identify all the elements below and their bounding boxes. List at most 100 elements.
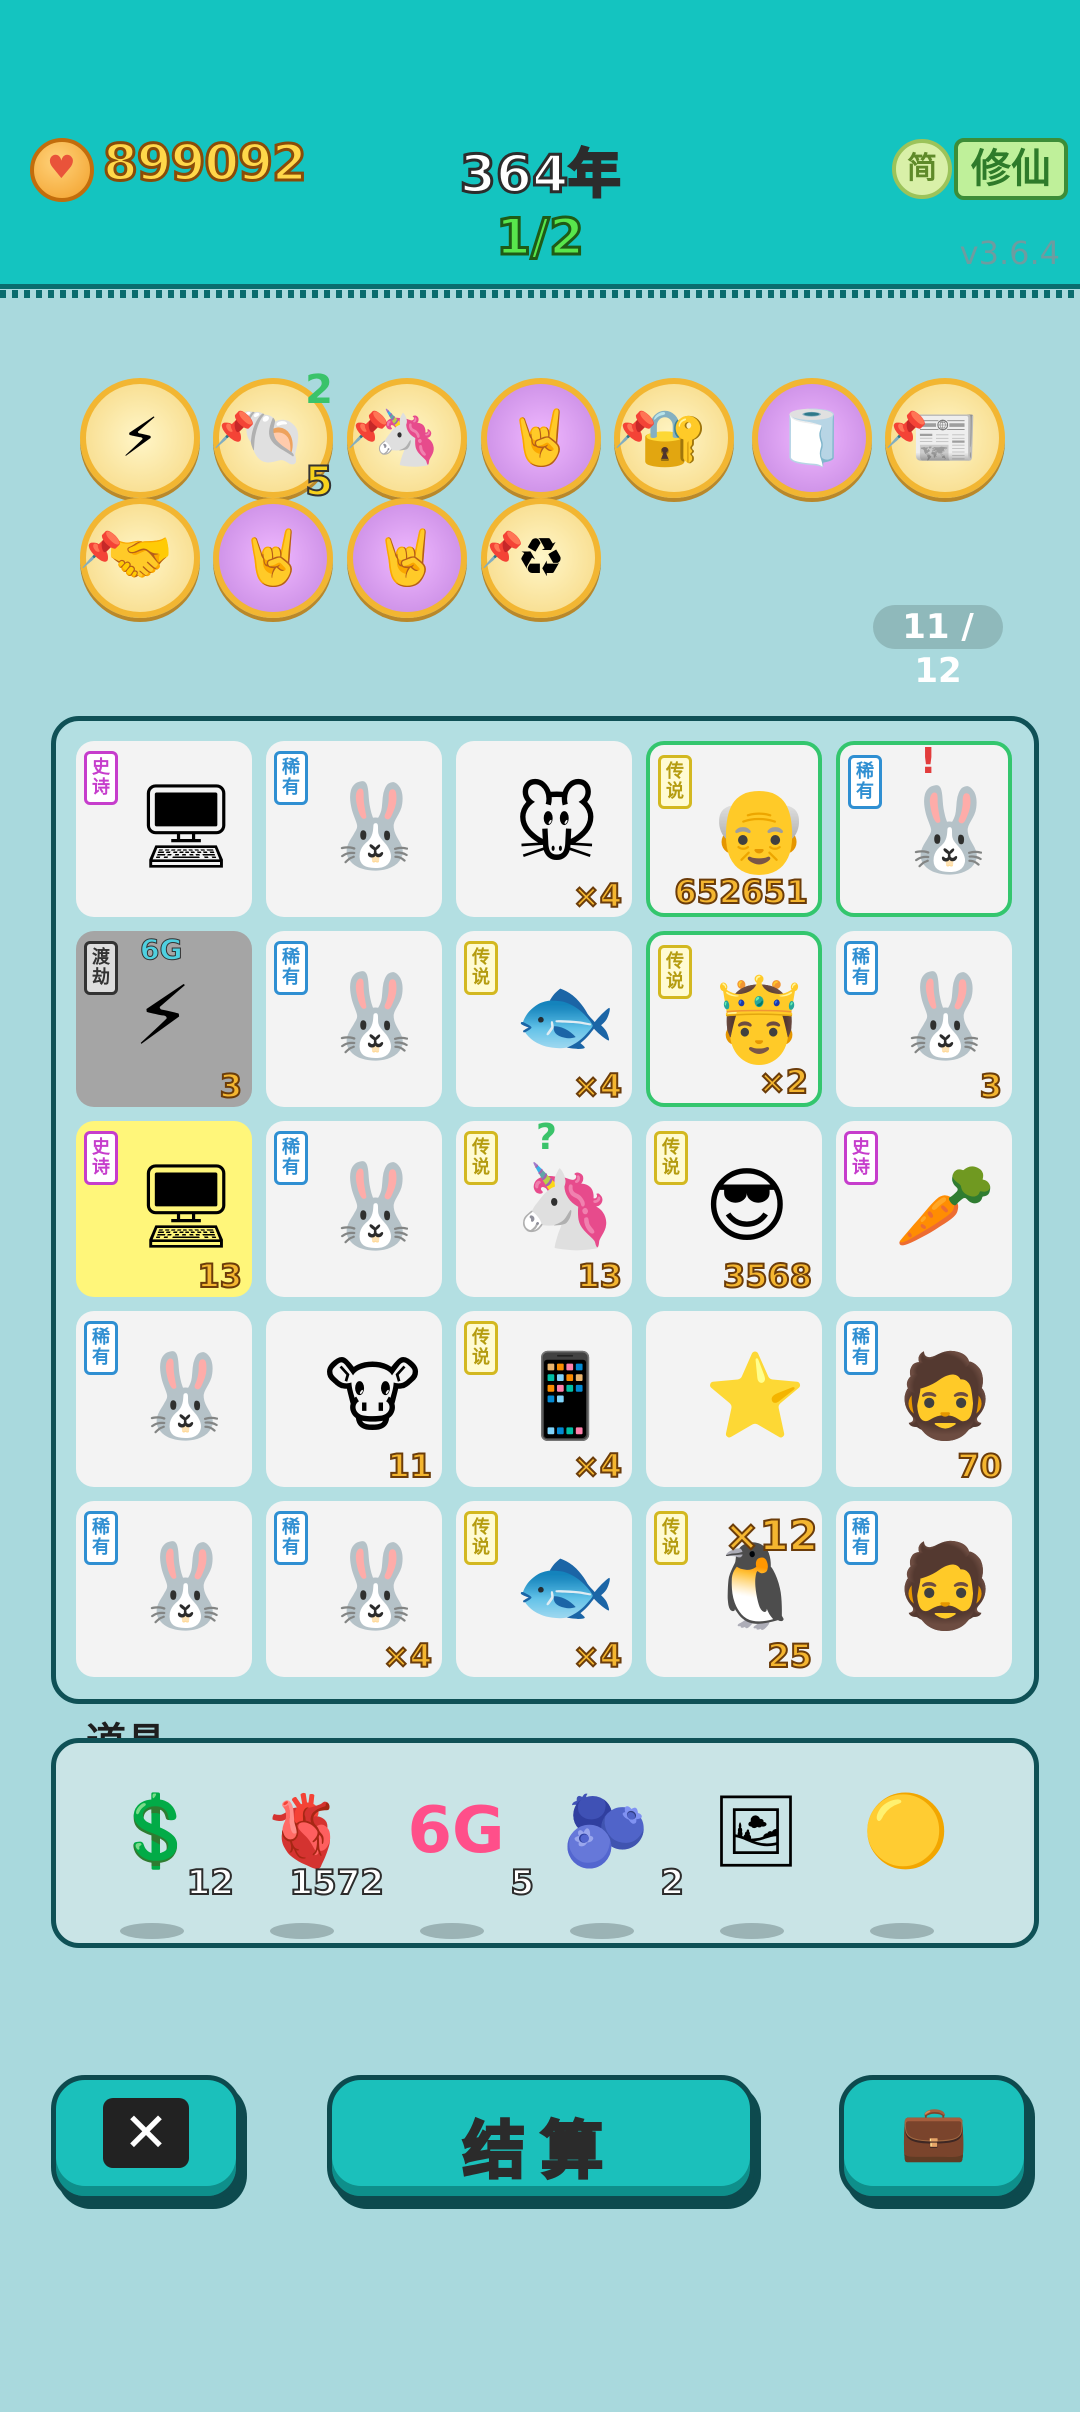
board-cell[interactable]: 稀有 🐰 [76,1501,252,1677]
rarity-tag: 稀有 [274,941,308,995]
rarity-tag: 稀有 [84,1321,118,1375]
rarity-tag: 稀有 [844,1511,878,1565]
relic-tissue-box-icon[interactable]: 🧻 [752,378,872,498]
board-cell[interactable]: 稀有 🐰 [266,931,442,1107]
multiplier-overlay: ×12 [723,1510,819,1561]
cell-value: ×4 [572,1446,623,1486]
board-cell[interactable]: 稀有 🐰 [76,1311,252,1487]
relic-top-count: 2 [305,367,333,413]
briefcase-icon: 💼 [900,2101,968,2164]
rabbit-icon: 🐰 [134,1349,237,1444]
relic-rock-hand-icon[interactable]: 🤘 [347,498,467,618]
lightning-icon: ⚡ [121,406,159,469]
simplified-mode-badge[interactable]: 简 [892,139,952,199]
tool-item[interactable]: 💲 12 [96,1763,235,1939]
tissue-box-icon: 🧻 [778,406,846,469]
tool-item[interactable]: 🟡 [846,1763,966,1939]
board-cell[interactable]: 传说 🤴 ×2 [646,931,822,1107]
board-cell[interactable]: 稀有 🐰 [266,741,442,917]
relic-time-magazine-icon[interactable]: 📰 📌 [885,378,1005,498]
relic-rock-hand-icon[interactable]: 🤘 [481,378,601,498]
tool-item[interactable]: 🫀 1572 [246,1763,385,1939]
rock-hand-icon: 🤘 [373,526,441,589]
cell-value: ×4 [572,876,623,916]
board-cell[interactable]: 传说 🦄 13? [456,1121,632,1297]
rock-hand-icon: 🤘 [239,526,307,589]
mouse-icon: 🐭 [514,779,600,874]
king-icon: 🤴 [708,973,811,1068]
hat-man-icon: 🧔 [894,1349,997,1444]
board-cell[interactable]: 传说 🐧 25 ×12 [646,1501,822,1677]
cell-value: 25 [766,1636,813,1676]
board-cell[interactable]: 🐭 ×4 [456,741,632,917]
6g-label: 6G [139,933,183,967]
board-cell[interactable]: ⭐ [646,1311,822,1487]
rarity-tag: 传说 [654,1131,688,1185]
relic-unicorn-icon[interactable]: 🦄 📌 [347,378,467,498]
rabbit-icon: 🐰 [324,1539,427,1634]
tool-item[interactable]: 🖼 [696,1763,816,1939]
pin-icon: 📌 [885,410,928,450]
tool-item[interactable]: 🫐 2 [546,1763,685,1939]
rarity-tag: 渡劫 [84,941,118,995]
relic-recycle-icon[interactable]: ♻ 📌 [481,498,601,618]
cell-value: 13 [576,1256,623,1296]
close-icon: ✕ [103,2098,189,2168]
rabbit-icon: 🐰 [324,1159,427,1254]
tool-count: 2 [659,1862,685,1904]
board-cell[interactable]: 稀有 🐰! [836,741,1012,917]
rock-hand-icon: 🤘 [507,406,575,469]
relic-shell-icon[interactable]: 🐚 📌 2 5 [213,370,334,503]
rarity-tag: 稀有 [274,751,308,805]
tool-shadow [870,1923,934,1939]
board-cell[interactable]: 稀有 🐰 [266,1121,442,1297]
board-cell[interactable]: 史诗 🥕 [836,1121,1012,1297]
cell-value: 13 [196,1256,243,1296]
bald-man-icon: 👴 [708,783,811,878]
relic-handshake-icon[interactable]: 🤝 📌 [80,498,200,618]
board-cell[interactable]: 渡劫 ⚡ 3 6G [76,931,252,1107]
board-cell[interactable]: 稀有 🧔 70 [836,1311,1012,1487]
board-cell[interactable]: 传说 🐟 ×4 [456,931,632,1107]
board-cell[interactable]: 传说 🐟 ×4 [456,1501,632,1677]
pin-icon: 📌 [213,410,256,450]
tool-count: 12 [186,1862,235,1904]
top-bar: 899092 364年 1/2 简 修仙 v3.6.4 [0,0,1080,298]
inventory-button[interactable]: 💼 [839,2075,1029,2201]
board-cell[interactable]: 史诗 🖥 13 [76,1121,252,1297]
pin-icon: 📌 [614,410,657,450]
relic-bottom-count: 5 [304,459,334,505]
pin-icon: 📌 [481,530,524,570]
relic-rock-hand-icon[interactable]: 🤘 [213,498,333,618]
tool-item[interactable]: 6G 5 [396,1763,535,1939]
board-cell[interactable]: 传说 📱 ×4 [456,1311,632,1487]
rarity-tag: 传说 [658,755,692,809]
tools-panel: 💲 12 🫀 1572 6G 5 🫐 2 🖼 🟡 [51,1738,1039,1948]
cancel-button[interactable]: ✕ [51,2075,241,2201]
rarity-tag: 稀有 [848,755,882,809]
board-cell[interactable]: 稀有 🐰 ×4 [266,1501,442,1677]
rarity-tag: 传说 [464,1511,498,1565]
rarity-tag: 史诗 [844,1131,878,1185]
tool-shadow [120,1923,184,1939]
unicorn-icon: 🦄 [514,1159,617,1254]
cow-icon: 🐮 [324,1349,422,1444]
rarity-tag: 稀有 [844,1321,878,1375]
board-cell[interactable]: 传说 😎 3568 [646,1121,822,1297]
board-cell[interactable]: 稀有 🧔 [836,1501,1012,1677]
game-board: 史诗 🖥 稀有 🐰 🐭 ×4 传说 👴 652651 稀有 🐰! 渡劫 ⚡ 3 6G 稀有 🐰 传说 🐟 ×4 传说 🤴 ×… [51,716,1039,1704]
gpu-icon: 🖥 [134,1159,239,1254]
settle-button[interactable]: 结算 [327,2075,755,2201]
board-cell[interactable]: 传说 👴 652651 [646,741,822,917]
relic-safe-icon[interactable]: 🔐 📌 [614,378,734,498]
tool-shadow [720,1923,784,1939]
tool-shadow [420,1923,484,1939]
relic-lightning-icon[interactable]: ⚡ [80,378,200,498]
cell-value: 3 [219,1066,243,1106]
board-cell[interactable]: 史诗 🖥 [76,741,252,917]
board-cell[interactable]: 稀有 🐰 3 [836,931,1012,1107]
cultivation-mode-button[interactable]: 修仙 [954,138,1068,200]
cell-value: ×4 [382,1636,433,1676]
board-cell[interactable]: 🐮 11 [266,1311,442,1487]
cell-value: 652651 [673,872,809,912]
